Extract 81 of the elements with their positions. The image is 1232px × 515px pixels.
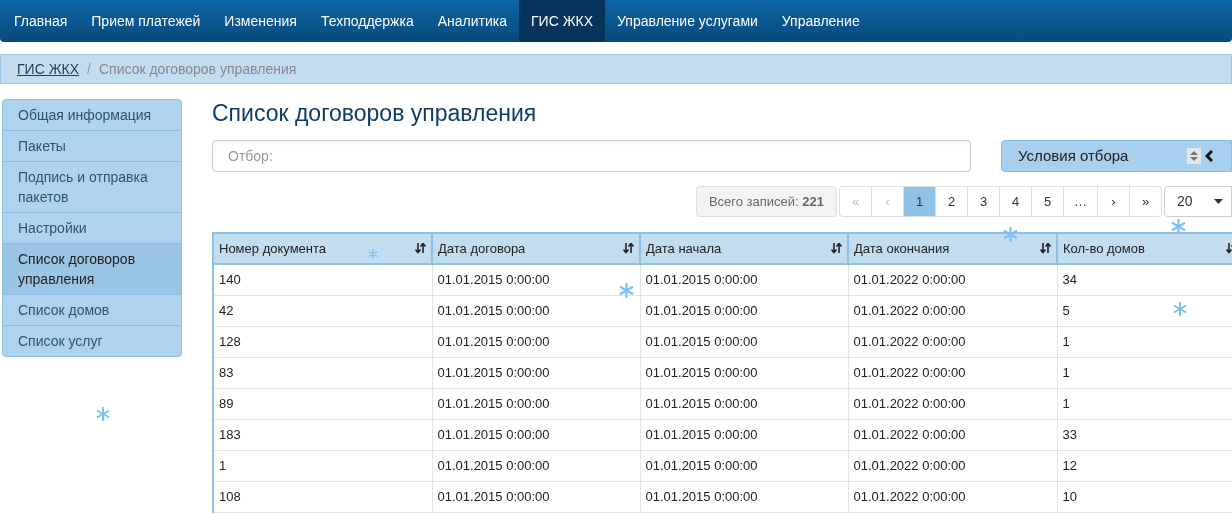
column-header[interactable]: Кол-во домов [1057, 233, 1232, 264]
sidebar-item[interactable]: Подпись и отправка пакетов [3, 162, 181, 213]
table-cell: 140 [213, 264, 432, 295]
table-cell: 01.01.2015 0:00:00 [640, 450, 848, 481]
column-header[interactable]: Дата окончания [848, 233, 1057, 264]
table-cell: 01.01.2015 0:00:00 [432, 295, 640, 326]
page-button[interactable]: 2 [935, 186, 968, 217]
table-cell: 01.01.2015 0:00:00 [640, 481, 848, 512]
table-cell: 108 [213, 481, 432, 512]
table-cell: 01.01.2022 0:00:00 [848, 264, 1057, 295]
sidebar-item[interactable]: Общая информация [3, 100, 181, 131]
snowflake-icon [1171, 219, 1186, 234]
snowflake-icon [368, 249, 378, 259]
table-cell: 01.01.2022 0:00:00 [848, 326, 1057, 357]
table-cell: 01.01.2022 0:00:00 [848, 357, 1057, 388]
table-cell: 01.01.2015 0:00:00 [640, 326, 848, 357]
page-button[interactable]: 3 [967, 186, 1000, 217]
sidebar-item[interactable]: Список договоров управления [3, 244, 181, 295]
breadcrumb-separator: / [87, 59, 91, 79]
table-cell: 01.01.2015 0:00:00 [432, 326, 640, 357]
table-cell: 42 [213, 295, 432, 326]
table-cell: 01.01.2015 0:00:00 [432, 450, 640, 481]
column-header[interactable]: Номер документа [213, 233, 432, 264]
table-cell: 01.01.2015 0:00:00 [640, 357, 848, 388]
snowflake-icon [96, 407, 110, 421]
sidebar-item[interactable]: Пакеты [3, 131, 181, 162]
table-cell: 01.01.2022 0:00:00 [848, 481, 1057, 512]
nav-item[interactable]: Управление услугами [605, 0, 770, 42]
nav-item[interactable]: Главная [2, 0, 80, 42]
page-size-value: 20 [1177, 192, 1193, 211]
chevron-left-icon [1205, 150, 1213, 162]
conditions-button[interactable]: Условия отбора [1001, 140, 1232, 172]
table-cell: 1 [213, 450, 432, 481]
filter-field[interactable]: Отбор: [212, 140, 971, 172]
table-cell: 01.01.2015 0:00:00 [432, 419, 640, 450]
table-cell: 01.01.2015 0:00:00 [640, 264, 848, 295]
sidebar-item[interactable]: Список домов [3, 295, 181, 326]
table-cell: 01.01.2015 0:00:00 [432, 388, 640, 419]
table-cell: 01.01.2015 0:00:00 [432, 481, 640, 512]
table-cell: 01.01.2022 0:00:00 [848, 388, 1057, 419]
nav-item[interactable]: Управление [769, 0, 872, 42]
nav-item[interactable]: ГИС ЖКХ [519, 0, 606, 42]
page-button[interactable]: 1 [903, 186, 936, 217]
table-cell: 89 [213, 388, 432, 419]
breadcrumb-link[interactable]: ГИС ЖКХ [17, 58, 80, 80]
nav-item[interactable]: Изменения [212, 0, 309, 42]
table-cell: 01.01.2015 0:00:00 [640, 295, 848, 326]
table-cell: 01.01.2015 0:00:00 [640, 388, 848, 419]
nav-item[interactable]: Прием платежей [79, 0, 213, 42]
breadcrumb-current: Список договоров управления [98, 59, 297, 79]
table-cell: 01.01.2022 0:00:00 [848, 450, 1057, 481]
page-button[interactable]: 5 [1031, 186, 1064, 217]
page-button[interactable]: » [1129, 186, 1162, 217]
sort-icon [415, 243, 426, 254]
sidebar-item[interactable]: Список услуг [3, 326, 181, 356]
page-button[interactable]: › [1097, 186, 1130, 217]
table-cell: 83 [213, 357, 432, 388]
caret-icon [1214, 199, 1223, 204]
column-header[interactable]: Дата договора [432, 233, 640, 264]
page-size-select[interactable]: 20 [1164, 186, 1232, 217]
nav-item[interactable]: Техподдержка [308, 0, 426, 42]
snowflake-icon [1173, 302, 1187, 316]
snowflake-icon [1003, 227, 1018, 242]
total-records: Всего записей: 221 [695, 186, 837, 217]
sort-icon [623, 243, 634, 254]
page-button[interactable]: 4 [999, 186, 1032, 217]
table-cell: 01.01.2015 0:00:00 [432, 357, 640, 388]
page-title: Список договоров управления [212, 99, 538, 127]
table-cell: 01.01.2015 0:00:00 [640, 419, 848, 450]
column-header[interactable]: Дата начала [640, 233, 848, 264]
table-cell: 01.01.2022 0:00:00 [848, 295, 1057, 326]
sort-icon [1040, 243, 1051, 254]
page-button[interactable]: … [1063, 186, 1098, 217]
table-cell: 01.01.2015 0:00:00 [432, 264, 640, 295]
table-cell: 01.01.2022 0:00:00 [848, 419, 1057, 450]
table-cell: 128 [213, 326, 432, 357]
spinner-icon [1187, 148, 1201, 164]
sort-icon [831, 243, 842, 254]
table-cell: 183 [213, 419, 432, 450]
snowflake-icon [619, 283, 634, 298]
nav-item[interactable]: Аналитика [425, 0, 519, 42]
